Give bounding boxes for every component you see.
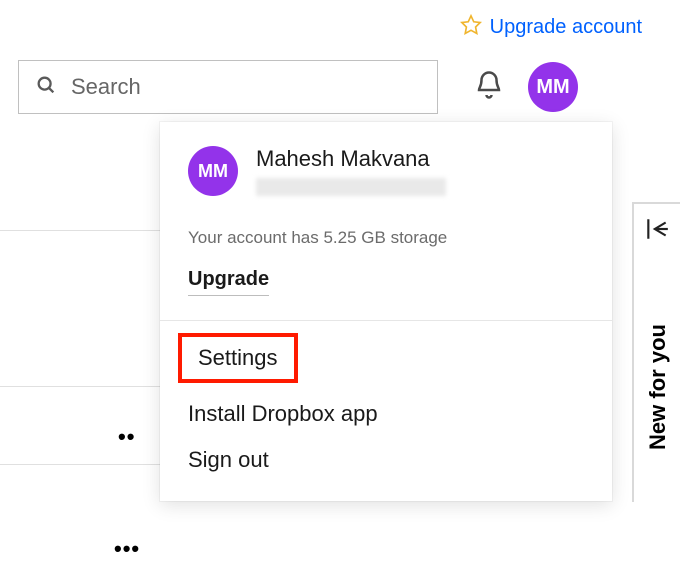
ellipsis-icon[interactable]: •• <box>118 424 135 450</box>
user-name: Mahesh Makvana <box>256 146 446 172</box>
ellipsis-icon[interactable]: ••• <box>114 536 140 562</box>
avatar-initials: MM <box>536 76 569 99</box>
upgrade-account-link[interactable]: Upgrade account <box>490 16 642 39</box>
menu-item-sign-out[interactable]: Sign out <box>160 437 612 483</box>
search-icon <box>35 74 57 101</box>
notifications-button[interactable] <box>474 70 504 105</box>
search-box[interactable] <box>18 60 438 114</box>
menu-avatar: MM <box>188 146 238 196</box>
search-input[interactable] <box>71 74 421 100</box>
menu-item-install-app[interactable]: Install Dropbox app <box>160 391 612 437</box>
avatar-initials: MM <box>198 161 228 182</box>
divider <box>0 464 160 465</box>
star-icon <box>460 14 482 41</box>
menu-item-settings[interactable]: Settings <box>178 333 298 383</box>
storage-text: Your account has 5.25 GB storage <box>160 210 612 254</box>
side-panel-label[interactable]: New for you <box>645 324 671 450</box>
account-menu: MM Mahesh Makvana Your account has 5.25 … <box>160 122 612 501</box>
user-email-redacted <box>256 178 446 196</box>
side-panel-new-for-you: New for you <box>632 202 680 502</box>
divider <box>0 230 160 231</box>
account-avatar[interactable]: MM <box>528 62 578 112</box>
upgrade-button[interactable]: Upgrade <box>188 268 269 296</box>
divider <box>0 386 160 387</box>
